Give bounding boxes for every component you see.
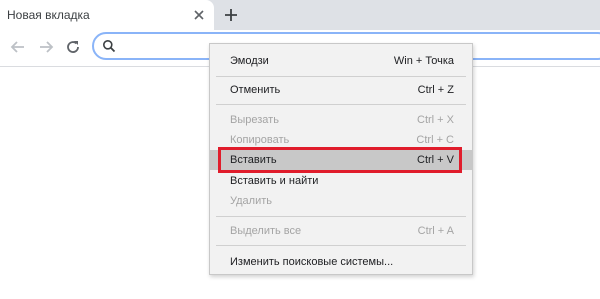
menu-item-delete[interactable]: Удалить	[210, 191, 472, 211]
menu-item-emoji[interactable]: Эмодзи Win + Точка	[210, 51, 472, 71]
highlight-annotation-box	[218, 147, 462, 173]
menu-item-paste-and-search[interactable]: Вставить и найти	[210, 171, 472, 191]
plus-icon[interactable]	[222, 6, 240, 24]
menu-item-shortcut: Ctrl + X	[417, 114, 454, 126]
menu-item-shortcut: Win + Точка	[393, 55, 454, 67]
close-icon[interactable]	[192, 8, 206, 22]
menu-item-label: Изменить поисковые системы...	[230, 256, 394, 268]
menu-item-label: Отменить	[230, 84, 281, 96]
menu-item-cut[interactable]: Вырезать Ctrl + X	[210, 110, 472, 130]
menu-item-label: Вставить и найти	[230, 175, 319, 187]
menu-item-undo[interactable]: Отменить Ctrl + Z	[210, 80, 472, 100]
menu-item-select-all[interactable]: Выделить все Ctrl + A	[210, 221, 472, 241]
menu-separator	[216, 216, 466, 217]
menu-item-label: Удалить	[230, 195, 272, 207]
menu-item-edit-search-engines[interactable]: Изменить поисковые системы...	[210, 252, 472, 272]
menu-item-label: Выделить все	[230, 225, 302, 237]
tab-title: Новая вкладка	[7, 8, 90, 22]
menu-separator	[216, 245, 466, 246]
menu-item-shortcut: Ctrl + C	[416, 134, 454, 146]
reload-icon[interactable]	[64, 38, 82, 56]
arrow-left-icon[interactable]	[9, 38, 27, 56]
menu-item-shortcut: Ctrl + Z	[417, 84, 454, 96]
menu-item-shortcut: Ctrl + A	[417, 225, 454, 237]
menu-item-label: Вырезать	[230, 114, 279, 126]
menu-separator	[216, 104, 466, 105]
menu-item-label: Копировать	[230, 134, 290, 146]
tab-strip: Новая вкладка	[0, 0, 600, 30]
menu-separator	[216, 76, 466, 77]
browser-tab[interactable]: Новая вкладка	[0, 0, 214, 30]
arrow-right-icon[interactable]	[37, 38, 55, 56]
search-icon	[103, 40, 116, 53]
menu-item-label: Эмодзи	[230, 55, 269, 67]
